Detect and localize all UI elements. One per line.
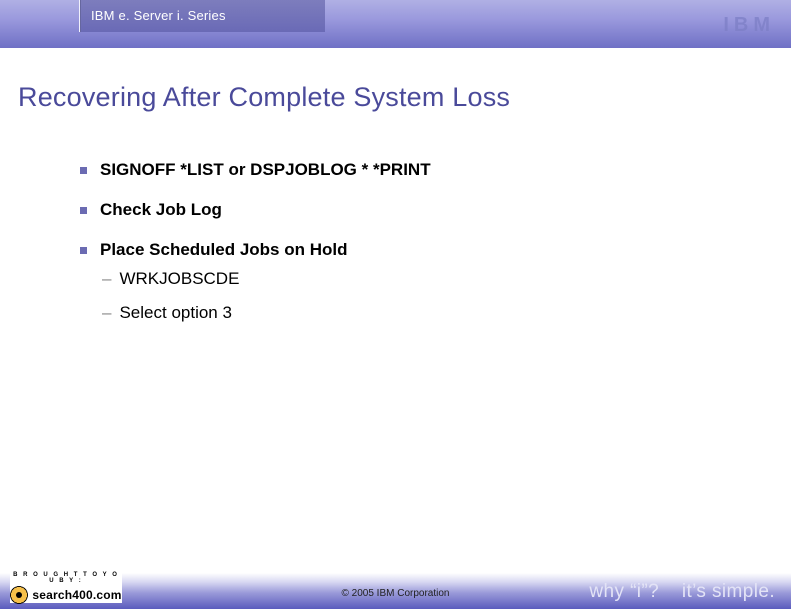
- subitem-text: Select option 3: [119, 302, 231, 324]
- sublist: – WRKJOBSCDE – Select option 3: [100, 268, 720, 324]
- bullet-text: Check Job Log: [100, 200, 222, 220]
- list-item: – Select option 3: [100, 302, 720, 324]
- dash-bullet-icon: –: [102, 268, 111, 290]
- page-title: Recovering After Complete System Loss: [18, 82, 510, 113]
- header-brand-line: IBM e. Server i. Series: [81, 0, 325, 32]
- brought-top-text: B R O U G H T T O Y O U B Y :: [10, 571, 122, 584]
- square-bullet-icon: [80, 207, 87, 214]
- subitem-text: WRKJOBSCDE: [119, 268, 239, 290]
- list-item: – WRKJOBSCDE: [100, 268, 720, 290]
- list-item: Check Job Log: [80, 200, 720, 220]
- tagline-right: it’s simple.: [682, 581, 775, 602]
- content-area: SIGNOFF *LIST or DSPJOBLOG * *PRINT Chec…: [80, 160, 720, 336]
- ibm-logo: IBM: [723, 14, 775, 37]
- bullet-text: Place Scheduled Jobs on Hold: [100, 240, 348, 260]
- list-item: Place Scheduled Jobs on Hold: [80, 240, 720, 260]
- tagline-left: why “i”?: [589, 581, 659, 602]
- square-bullet-icon: [80, 247, 87, 254]
- footer: B R O U G H T T O Y O U B Y : search400.…: [0, 565, 791, 609]
- slide-root: IBM e. Server i. Series IBM Recovering A…: [0, 0, 791, 609]
- list-item: SIGNOFF *LIST or DSPJOBLOG * *PRINT: [80, 160, 720, 180]
- footer-tagline: why “i”? it’s simple.: [589, 581, 775, 603]
- dash-bullet-icon: –: [102, 302, 111, 324]
- square-bullet-icon: [80, 167, 87, 174]
- header-bar: IBM e. Server i. Series IBM: [0, 0, 791, 48]
- bullet-text: SIGNOFF *LIST or DSPJOBLOG * *PRINT: [100, 160, 431, 180]
